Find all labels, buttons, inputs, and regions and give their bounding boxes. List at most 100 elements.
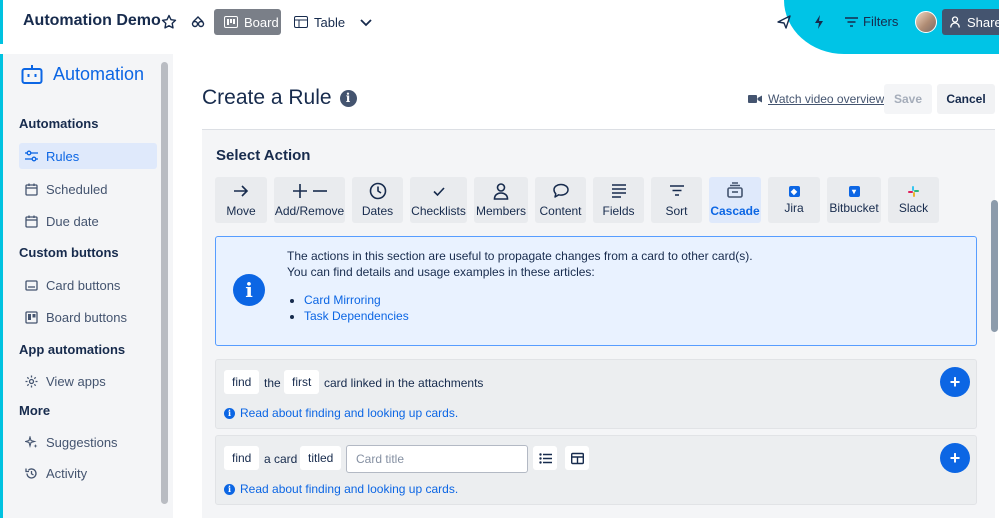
filter-icon [845, 16, 858, 27]
sidebar-item-label: Card buttons [46, 277, 121, 293]
sidebar-item-rules[interactable]: Rules [19, 143, 157, 169]
cascade-info-box: i The actions in this section are useful… [215, 236, 977, 346]
automation-sidebar: Automation Automations Rules Scheduled D… [0, 54, 173, 518]
help-link-label: Read about finding and looking up cards. [240, 482, 459, 496]
board-icon [224, 16, 238, 28]
action-sort[interactable]: Sort [651, 177, 702, 223]
workspace-visibility-icon[interactable] [190, 14, 206, 30]
info-icon[interactable]: i [339, 89, 357, 107]
chevron-down-icon[interactable] [358, 14, 374, 30]
arrow-right-icon [234, 185, 249, 197]
sidebar-item-label: Activity [46, 465, 88, 481]
share-button[interactable]: Share [942, 9, 999, 35]
sidebar-item-scheduled[interactable]: Scheduled [19, 176, 157, 202]
avatar[interactable] [915, 11, 937, 33]
sidebar-title: Automation [53, 64, 145, 84]
action-label: Add/Remove [274, 204, 345, 218]
select-action-title: Select Action [216, 147, 311, 164]
person-add-icon [950, 16, 960, 28]
action-dates[interactable]: Dates [352, 177, 403, 223]
sidebar-item-board-buttons[interactable]: Board buttons [19, 304, 157, 330]
titled-dropdown[interactable]: titled [300, 446, 342, 470]
action-move[interactable]: Move [215, 177, 267, 223]
info-line-2: You can find details and usage examples … [287, 265, 595, 279]
info-icon: i [224, 407, 235, 419]
action-add-remove[interactable]: Add/Remove [274, 177, 345, 223]
filters-label: Filters [863, 14, 899, 29]
action-cascade[interactable]: Cascade [709, 177, 761, 223]
first-dropdown[interactable]: first [284, 370, 320, 394]
info-links: Card Mirroring Task Dependencies [304, 292, 409, 324]
history-icon [25, 467, 37, 479]
rule-text-linked: card linked in the attachments [324, 376, 484, 390]
action-label: Jira [784, 201, 804, 215]
watch-video-label: Watch video overview [768, 92, 885, 106]
link-task-dependencies[interactable]: Task Dependencies [304, 308, 409, 324]
action-label: Cascade [710, 204, 760, 218]
board-view-label: Board [244, 14, 279, 30]
gear-icon [25, 375, 38, 387]
sidebar-scrollbar[interactable] [161, 62, 168, 504]
action-fields[interactable]: Fields [593, 177, 644, 223]
star-icon[interactable] [161, 14, 177, 30]
sidebar-item-view-apps[interactable]: View apps [19, 368, 157, 394]
power-ups-icon[interactable] [776, 14, 792, 30]
action-jira[interactable]: ◆ Jira [768, 177, 820, 223]
action-bitbucket[interactable]: ▾ Bitbucket [827, 177, 881, 223]
automation-bolt-icon[interactable] [811, 14, 827, 30]
action-label: Dates [361, 204, 394, 218]
jira-icon: ◆ [788, 186, 800, 197]
action-content[interactable]: Content [535, 177, 586, 223]
calendar-icon [25, 215, 38, 228]
add-action-button[interactable]: + [940, 443, 970, 473]
list-icon [538, 452, 552, 464]
link-card-mirroring[interactable]: Card Mirroring [304, 292, 409, 308]
find-chip[interactable]: find [224, 446, 260, 470]
sliders-icon [25, 150, 38, 161]
main-scrollbar[interactable] [991, 200, 998, 332]
watch-video-link[interactable]: Watch video overview [748, 92, 884, 106]
cancel-button[interactable]: Cancel [937, 84, 995, 114]
add-action-button[interactable]: + [940, 367, 970, 397]
table-options-button[interactable] [565, 446, 589, 470]
section-app-automations: App automations [19, 342, 126, 357]
page-title: Create a Rule i [202, 86, 357, 110]
comment-icon [552, 183, 569, 198]
clock-icon [369, 182, 386, 200]
plus-minus-icon [292, 184, 327, 198]
section-more: More [19, 403, 51, 418]
fields-icon [611, 184, 626, 198]
share-label: Share [967, 14, 999, 30]
sparkle-icon [25, 435, 38, 448]
list-options-button[interactable] [533, 446, 557, 470]
sidebar-item-label: Rules [46, 148, 80, 164]
save-button[interactable]: Save [884, 84, 932, 114]
help-link-finding-cards[interactable]: i Read about finding and looking up card… [224, 406, 458, 420]
sidebar-item-card-buttons[interactable]: Card buttons [19, 272, 157, 298]
sidebar-header: Automation [21, 64, 144, 85]
rule-find-card-titled: find a card titled i Read about finding … [215, 435, 977, 505]
info-icon: i [233, 274, 265, 306]
table-view-button[interactable]: Table [294, 9, 345, 35]
action-label: Slack [898, 201, 929, 215]
sidebar-item-label: Suggestions [46, 434, 118, 450]
find-chip[interactable]: find [224, 370, 260, 394]
board-view-button[interactable]: Board [214, 9, 281, 35]
action-checklists[interactable]: Checklists [410, 177, 467, 223]
robot-icon [21, 64, 43, 84]
sidebar-item-suggestions[interactable]: Suggestions [19, 429, 157, 455]
help-link-finding-cards[interactable]: i Read about finding and looking up card… [224, 482, 458, 496]
rule-find-first-linked: find the first card linked in the attach… [215, 359, 977, 429]
board-title[interactable]: Automation Demo [23, 12, 161, 30]
rule-text-the: the [264, 376, 281, 390]
top-bar: Automation Demo Board Table Filters Shar… [0, 0, 999, 54]
action-members[interactable]: Members [474, 177, 528, 223]
sidebar-item-label: Board buttons [46, 309, 127, 325]
card-title-input[interactable] [346, 445, 528, 473]
sidebar-item-due-date[interactable]: Due date [19, 208, 157, 234]
action-slack[interactable]: Slack [888, 177, 939, 223]
filters-button[interactable]: Filters [845, 14, 898, 29]
action-label: Sort [665, 204, 688, 218]
section-custom-buttons: Custom buttons [19, 245, 119, 260]
sidebar-item-activity[interactable]: Activity [19, 460, 157, 486]
